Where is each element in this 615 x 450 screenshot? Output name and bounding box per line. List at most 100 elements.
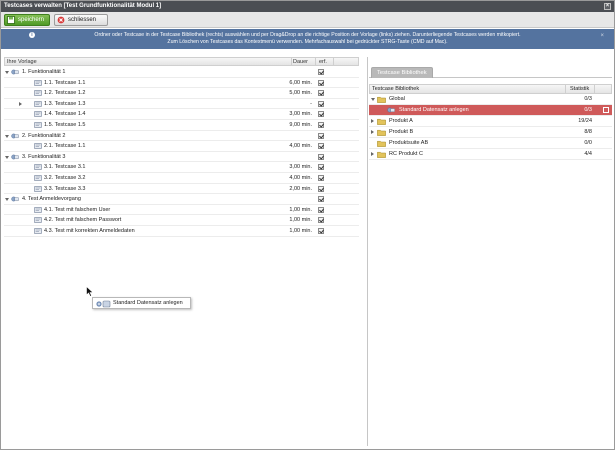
- required-checkbox[interactable]: [318, 196, 324, 203]
- library-row[interactable]: Produkt A 19/24: [369, 116, 612, 127]
- template-row-label: 2. Funktionalität 2: [22, 132, 66, 139]
- template-row-duration: 1,00 min.: [289, 206, 312, 213]
- expand-down-icon[interactable]: [5, 134, 9, 138]
- close-button[interactable]: schliessen: [54, 14, 108, 26]
- required-checkbox[interactable]: [318, 174, 324, 181]
- template-row-duration: -: [310, 100, 312, 107]
- template-row-label: 3.2. Testcase 3.2: [44, 174, 86, 181]
- save-button[interactable]: speichern: [4, 14, 50, 26]
- required-checkbox[interactable]: [318, 69, 324, 75]
- column-header-statistik[interactable]: Statistik: [570, 85, 589, 94]
- close-x-icon[interactable]: ×: [604, 3, 611, 10]
- expand-down-icon[interactable]: [5, 71, 9, 74]
- testgroup-icon: [11, 133, 19, 138]
- column-header-bibliothek[interactable]: Testcase Bibliothek: [372, 85, 419, 94]
- expand-right-icon[interactable]: [19, 101, 22, 106]
- template-row-label: 3.3. Testcase 3.3: [44, 185, 86, 192]
- template-row[interactable]: 4.2. Test mit falschem Passwort 1,00 min.: [4, 215, 359, 226]
- template-row-label: 1. Funktionalität 1: [22, 69, 66, 75]
- library-row[interactable]: Global 0/3: [369, 94, 612, 105]
- save-icon: [7, 16, 15, 24]
- testcase-icon: [34, 206, 42, 213]
- library-row-statistic: 19/24: [578, 118, 592, 124]
- template-row[interactable]: 1.1. Testcase 1.1 6,00 min.: [4, 78, 359, 89]
- template-row-label: 3. Funktionalität 3: [22, 153, 66, 160]
- expand-right-icon[interactable]: [371, 119, 374, 123]
- template-row-duration: 4,00 min.: [289, 143, 312, 150]
- info-close-icon[interactable]: ×: [600, 33, 604, 40]
- dialog-window: Testcases verwalten [Test Grundfunktiona…: [0, 0, 615, 450]
- library-row[interactable]: Standard Datensatz anlegen 0/3: [369, 105, 612, 116]
- required-checkbox[interactable]: [318, 206, 324, 213]
- template-row[interactable]: 1.4. Testcase 1.4 3,00 min.: [4, 109, 359, 120]
- library-row-statistic: 0/3: [584, 107, 592, 113]
- library-row-statistic: 0/3: [584, 96, 592, 102]
- cancel-icon: [57, 16, 65, 24]
- template-row[interactable]: 3.3. Testcase 3.3 2,00 min.: [4, 184, 359, 195]
- template-row[interactable]: 3. Funktionalität 3: [4, 152, 359, 163]
- library-row-label: Global: [389, 96, 405, 102]
- folder-icon: [377, 118, 386, 125]
- library-row-label: Produktsuite AB: [389, 140, 429, 146]
- required-checkbox[interactable]: [318, 79, 324, 86]
- template-row-duration: 1,00 min.: [289, 227, 312, 234]
- template-rows: 1. Funktionalität 1 1.1. Testcase 1.1 6,00…: [4, 67, 359, 237]
- required-checkbox[interactable]: [318, 121, 324, 128]
- required-checkbox[interactable]: [318, 100, 324, 107]
- required-checkbox[interactable]: [318, 164, 324, 171]
- column-header-dauer[interactable]: Dauer: [293, 58, 308, 66]
- template-row[interactable]: 3.1. Testcase 3.1 3,00 min.: [4, 162, 359, 173]
- required-checkbox[interactable]: [318, 143, 324, 150]
- template-row[interactable]: 1.3. Testcase 1.3 -: [4, 99, 359, 110]
- template-row[interactable]: 4.3. Test mit korrekten Anmeldedaten 1,00…: [4, 226, 359, 237]
- template-row[interactable]: 2. Funktionalität 2: [4, 131, 359, 142]
- testgroup-icon: [11, 69, 19, 75]
- template-row-duration: 9,00 min.: [289, 121, 312, 128]
- testcase-icon: [34, 217, 42, 224]
- required-checkbox[interactable]: [318, 227, 324, 234]
- library-row[interactable]: RC Produkt C 4/4: [369, 149, 612, 160]
- toolbar: speichern schliessen: [1, 12, 614, 28]
- template-row[interactable]: 1.5. Testcase 1.5 9,00 min.: [4, 120, 359, 131]
- column-header-erf[interactable]: erf.: [319, 58, 327, 66]
- template-row[interactable]: 1. Funktionalität 1: [4, 67, 359, 78]
- expand-right-icon[interactable]: [371, 130, 374, 134]
- info-banner: i Ordner oder Testcase in der Testcase B…: [1, 29, 614, 49]
- expand-down-icon[interactable]: [5, 155, 9, 159]
- testcase-icon: [34, 228, 42, 234]
- row-selection-icon[interactable]: [603, 107, 609, 113]
- library-row-label: Standard Datensatz anlegen: [399, 107, 469, 113]
- library-grid-header: Testcase Bibliothek Statistik: [369, 84, 612, 94]
- required-checkbox[interactable]: [318, 132, 324, 139]
- library-row[interactable]: Produkt B 8/8: [369, 127, 612, 138]
- info-icon: i: [29, 32, 35, 38]
- panel-divider[interactable]: [367, 57, 368, 446]
- required-checkbox[interactable]: [318, 185, 324, 192]
- template-row[interactable]: 2.1. Testcase 1.1 4,00 min.: [4, 141, 359, 152]
- template-row-label: 4.3. Test mit korrekten Anmeldedaten: [44, 227, 135, 234]
- library-row-label: Produkt A: [389, 118, 413, 124]
- library-row-label: RC Produkt C: [389, 151, 423, 157]
- expand-down-icon[interactable]: [371, 98, 375, 101]
- required-checkbox[interactable]: [318, 111, 324, 118]
- template-row[interactable]: 4.1. Test mit falschem User 1,00 min.: [4, 205, 359, 216]
- template-row-duration: 4,00 min.: [289, 174, 312, 181]
- testcase-icon: [34, 185, 42, 192]
- required-checkbox[interactable]: [318, 217, 324, 224]
- template-row-label: 3.1. Testcase 3.1: [44, 164, 86, 171]
- testcase-icon: [34, 164, 42, 171]
- tab-testcase-bibliothek[interactable]: Testcase Bibliothek: [371, 67, 433, 78]
- library-row[interactable]: Produktsuite AB 0/0: [369, 138, 612, 149]
- info-line-2: Zum Löschen von Testcases das Kontextmen…: [167, 39, 448, 45]
- expand-down-icon[interactable]: [5, 198, 9, 202]
- template-row[interactable]: 3.2. Testcase 3.2 4,00 min.: [4, 173, 359, 184]
- window-title: Testcases verwalten [Test Grundfunktiona…: [4, 3, 162, 9]
- column-header-vorlage[interactable]: Ihre Vorlage: [7, 58, 37, 66]
- required-checkbox[interactable]: [318, 90, 324, 97]
- required-checkbox[interactable]: [318, 153, 324, 160]
- window-titlebar[interactable]: Testcases verwalten [Test Grundfunktiona…: [1, 1, 614, 12]
- template-row[interactable]: 1.2. Testcase 1.2 5,00 min.: [4, 88, 359, 99]
- template-row-label: 1.2. Testcase 1.2: [44, 90, 86, 97]
- expand-right-icon[interactable]: [371, 152, 374, 156]
- template-row[interactable]: 4. Test Anmeldevorgang: [4, 194, 359, 205]
